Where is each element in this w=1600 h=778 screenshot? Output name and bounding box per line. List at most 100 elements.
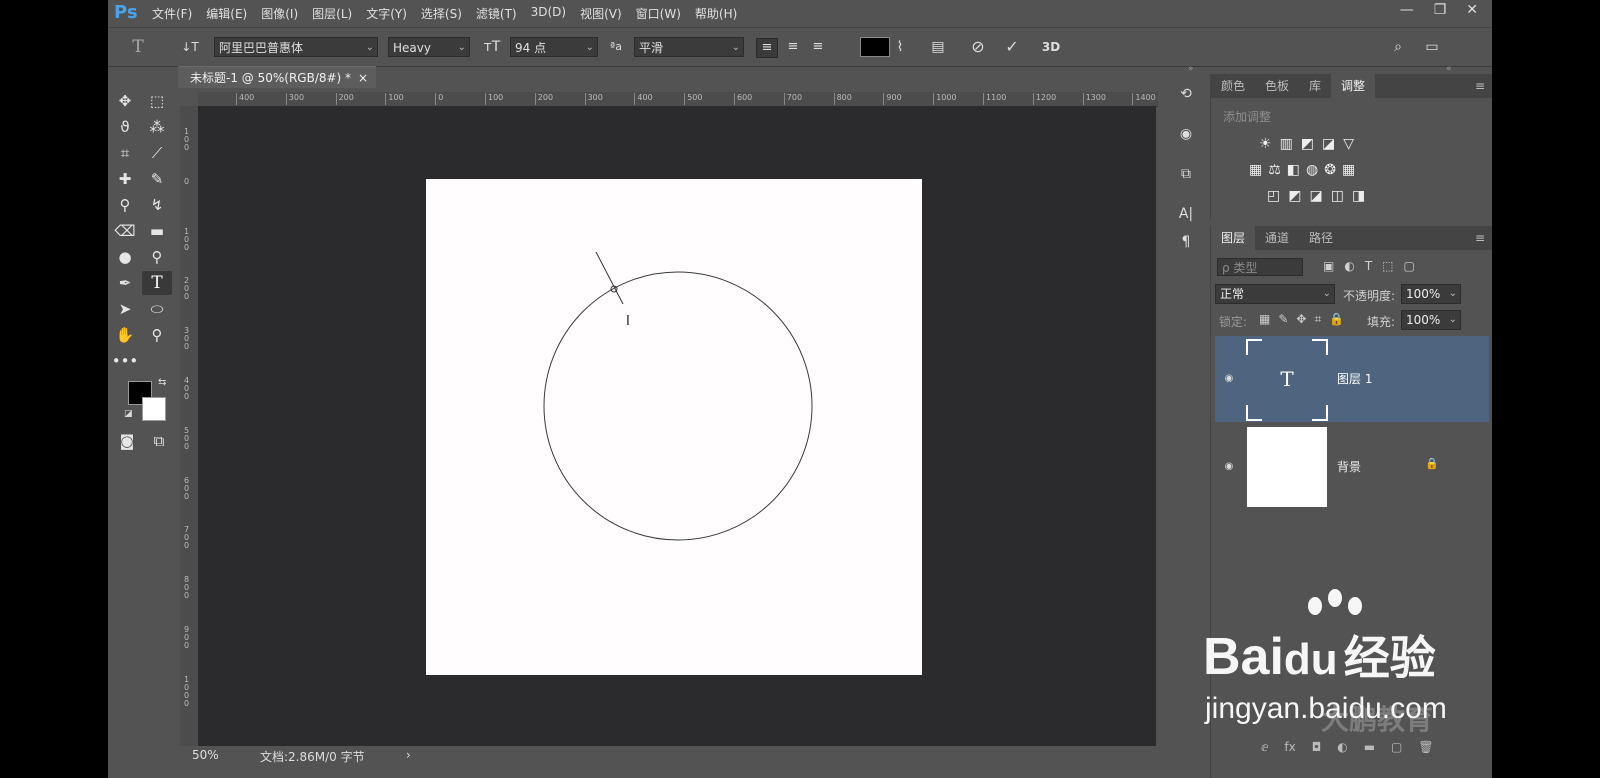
more-tools-icon[interactable]: ••• [110,349,140,373]
zoom-tool[interactable]: ⚲ [142,323,172,347]
adjustment-layer-icon[interactable]: ◐ [1337,740,1347,754]
move-tool[interactable]: ✥ [110,89,140,113]
warp-text-icon[interactable]: ⌇ [888,37,912,57]
tab-layers[interactable]: 图层 [1211,226,1256,250]
invert-icon[interactable]: ◰ [1267,188,1280,204]
antialias-select[interactable]: 平滑 ⌄ [634,37,744,57]
crop-tool[interactable]: ⌗ [110,141,140,165]
menu-view[interactable]: 视图(V) [580,5,622,22]
clone-stamp-tool[interactable]: ⚲ [110,193,140,217]
menu-file[interactable]: 文件(F) [152,5,192,22]
lasso-tool[interactable]: ϑ [110,115,140,139]
canvas-area[interactable]: I [198,106,1156,746]
tab-color[interactable]: 颜色 [1211,74,1255,98]
align-left-button[interactable]: ≡ [756,38,778,58]
opacity-input[interactable]: 100% ⌄ [1401,284,1461,304]
paragraph-panel-icon[interactable]: ¶ [1172,228,1200,256]
close-document-button[interactable]: × [358,67,368,89]
link-layers-icon[interactable]: ⅇ [1261,740,1268,754]
exposure-icon[interactable]: ◪ [1322,136,1335,152]
hue-saturation-icon[interactable]: ▦ [1249,162,1262,178]
background-color-swatch[interactable] [142,397,166,421]
dodge-tool[interactable]: ⚲ [142,245,172,269]
vibrance-icon[interactable]: ▽ [1343,136,1354,152]
photo-filter-icon[interactable]: ◍ [1306,162,1318,178]
brush-tool[interactable]: ✎ [142,167,172,191]
layer-filter-select[interactable]: ρ 类型 [1217,258,1303,276]
blend-mode-select[interactable]: 正常 ⌄ [1215,284,1335,304]
panel-collapse-icon[interactable]: » [1188,64,1194,74]
delete-layer-icon[interactable]: 🗑 [1418,740,1433,754]
font-style-select[interactable]: Heavy ⌄ [388,37,470,57]
path-selection-tool[interactable]: ➤ [110,297,140,321]
cancel-edit-icon[interactable]: ⊘ [966,37,990,57]
history-panel-icon[interactable]: ⟲ [1172,80,1200,108]
font-family-select[interactable]: 阿里巴巴普惠体 ⌄ [214,37,378,57]
minimize-button[interactable]: — [1400,2,1414,18]
magic-wand-tool[interactable]: ⁂ [142,115,172,139]
tab-adjustments[interactable]: 调整 [1331,74,1376,98]
properties-panel-icon[interactable]: ◉ [1172,120,1200,148]
hand-tool[interactable]: ✋ [110,323,140,347]
panel-menu-icon[interactable]: ≡ [1467,74,1492,98]
history-brush-tool[interactable]: ↯ [142,193,172,217]
add-mask-icon[interactable]: ◘ [1312,740,1322,754]
screen-mode-icon[interactable]: ⧉ [144,429,174,453]
gradient-tool[interactable]: ▬ [142,219,172,243]
character-panel-icon[interactable]: ▤ [926,37,950,57]
fill-input[interactable]: 100% ⌄ [1401,310,1461,330]
panel-collapse-icon[interactable]: « [1446,64,1452,74]
menu-help[interactable]: 帮助(H) [695,5,737,22]
type-tool-preset-icon[interactable]: T [128,37,148,57]
text-color-swatch[interactable] [860,37,890,57]
pixel-filter-icon[interactable]: ▣ [1323,259,1334,273]
workspace-icon[interactable]: ▭ [1420,37,1444,57]
close-button[interactable]: ✕ [1466,2,1478,18]
font-size-select[interactable]: 94 点 ⌄ [510,37,598,57]
posterize-icon[interactable]: ◩ [1288,188,1301,204]
color-lookup-icon[interactable]: ▦ [1342,162,1355,178]
character-panel-icon[interactable]: A| [1172,200,1200,228]
align-right-button[interactable]: ≡ [808,38,828,56]
restore-button[interactable]: ❐ [1434,2,1447,18]
status-menu-arrow[interactable]: › [406,748,411,762]
pen-tool[interactable]: ✒ [110,271,140,295]
menu-window[interactable]: 窗口(W) [636,5,681,22]
align-center-button[interactable]: ≡ [783,38,803,56]
tab-paths[interactable]: 路径 [1299,226,1343,250]
gradient-map-icon[interactable]: ◨ [1352,188,1365,204]
tab-swatches[interactable]: 色板 [1255,74,1299,98]
tab-libraries[interactable]: 库 [1299,74,1331,98]
threshold-icon[interactable]: ◪ [1309,188,1322,204]
visibility-eye-icon[interactable]: ◉ [1221,371,1237,387]
tab-channels[interactable]: 通道 [1255,226,1299,250]
eyedropper-tool[interactable]: ⟋ [142,141,172,165]
adjustment-filter-icon[interactable]: ◐ [1344,259,1354,273]
panel-menu-icon[interactable]: ≡ [1467,226,1492,250]
commit-edit-icon[interactable]: ✓ [1000,37,1024,57]
layer-row-layer1[interactable]: ◉ T 图层 1 [1215,336,1489,422]
type-filter-icon[interactable]: T [1365,259,1372,273]
black-white-icon[interactable]: ◧ [1287,162,1300,178]
menu-select[interactable]: 选择(S) [421,5,462,22]
type-tool[interactable]: T [142,271,172,295]
swap-colors-icon[interactable]: ⇆ [158,377,166,388]
lock-artboard-icon[interactable]: ⌗ [1314,312,1321,327]
layer-style-icon[interactable]: fx [1284,740,1295,754]
menu-image[interactable]: 图像(I) [261,5,298,22]
document-tab[interactable]: 未标题-1 @ 50%(RGB/8#) * × [178,66,376,88]
brightness-contrast-icon[interactable]: ☀ [1259,136,1272,152]
zoom-level[interactable]: 50% [192,748,219,762]
healing-brush-tool[interactable]: ✚ [110,167,140,191]
3d-button[interactable]: 3D [1036,37,1066,57]
blur-tool[interactable]: ● [110,245,140,269]
default-colors-icon[interactable]: ◪ [124,409,133,419]
quick-mask-icon[interactable]: ◙ [112,429,142,453]
menu-type[interactable]: 文字(Y) [366,5,407,22]
new-layer-icon[interactable]: ▢ [1391,740,1402,754]
document-canvas[interactable]: I [426,179,922,675]
lock-position-icon[interactable]: ✥ [1296,312,1306,327]
lock-image-icon[interactable]: ✎ [1278,312,1288,327]
menu-3d[interactable]: 3D(D) [531,5,566,22]
smart-object-filter-icon[interactable]: ▢ [1404,259,1415,273]
